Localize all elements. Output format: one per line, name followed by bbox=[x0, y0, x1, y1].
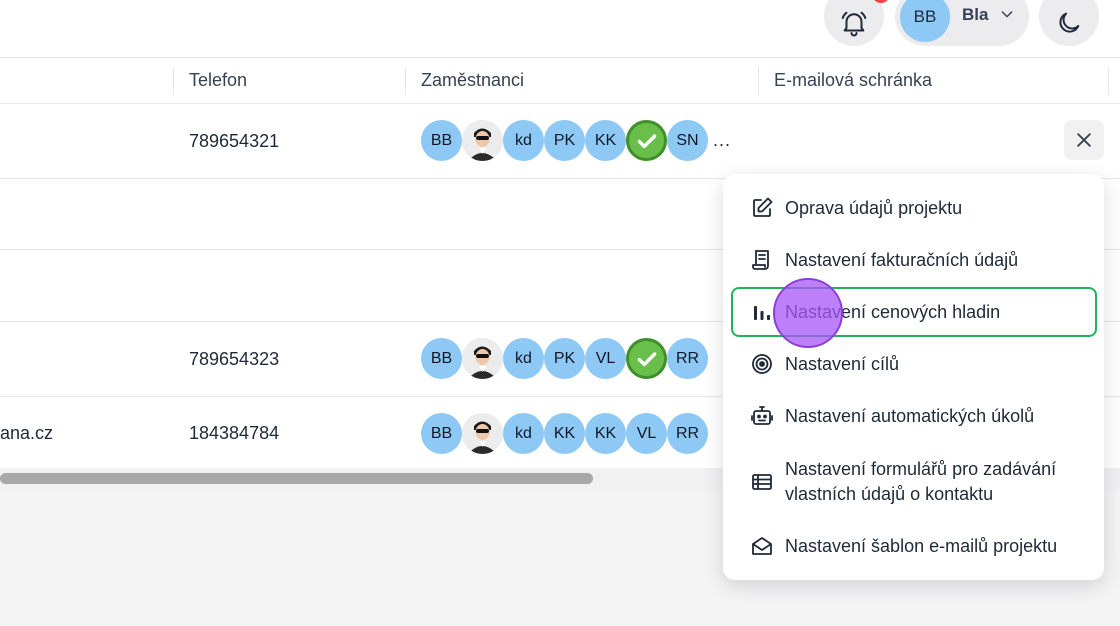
moon-icon bbox=[1059, 12, 1080, 33]
avatar: VL bbox=[626, 413, 667, 454]
column-header-employees[interactable]: Zaměstnanci bbox=[421, 70, 524, 91]
avatar: RR bbox=[667, 413, 708, 454]
receipt-icon bbox=[749, 247, 775, 273]
menu-item-automatic-tasks[interactable]: Nastavení automatických úkolů bbox=[731, 396, 1097, 436]
scrollbar-thumb[interactable] bbox=[0, 473, 593, 484]
menu-item-label: Nastavení formulářů pro zadávání vlastní… bbox=[785, 459, 1057, 504]
more-employees-indicator[interactable]: ... bbox=[713, 130, 731, 151]
employee-avatars: BB kd PK KK SN ... bbox=[421, 120, 731, 161]
close-icon bbox=[1077, 133, 1091, 147]
avatar-photo bbox=[462, 338, 503, 379]
column-separator bbox=[758, 67, 759, 95]
bar-chart-icon bbox=[749, 299, 775, 325]
bell-icon bbox=[841, 11, 867, 37]
menu-item-label: Nastavení šablon e-mailů projektu bbox=[785, 535, 1058, 556]
menu-item-edit-project[interactable]: Oprava údajů projektu bbox=[731, 188, 1097, 228]
avatar: kd bbox=[503, 413, 544, 454]
menu-item-label: Oprava údajů projektu bbox=[785, 197, 963, 218]
avatar: KK bbox=[544, 413, 585, 454]
avatar: VL bbox=[585, 338, 626, 379]
chevron-down-icon bbox=[1001, 11, 1013, 18]
robot-icon bbox=[749, 403, 775, 429]
menu-item-goals[interactable]: Nastavení cílů bbox=[731, 344, 1097, 384]
check-avatar-icon bbox=[626, 120, 667, 161]
phone-cell: 789654321 bbox=[189, 131, 280, 151]
menu-item-label: Nastavení automatických úkolů bbox=[785, 405, 1035, 426]
mail-open-icon bbox=[749, 533, 775, 559]
menu-item-billing-settings[interactable]: Nastavení fakturačních údajů bbox=[731, 240, 1097, 280]
employee-avatars: BB kd KK KK VL RR bbox=[421, 413, 708, 454]
menu-item-label: Nastavení fakturačních údajů bbox=[785, 249, 1019, 270]
avatar-photo bbox=[462, 413, 503, 454]
column-separator bbox=[173, 67, 174, 95]
avatar: KK bbox=[585, 120, 626, 161]
check-avatar-icon bbox=[626, 338, 667, 379]
table-header: Telefon Zaměstnanci E-mailová schránka bbox=[0, 58, 1120, 104]
click-indicator bbox=[773, 278, 843, 348]
avatar-photo bbox=[462, 120, 503, 161]
column-header-mailbox[interactable]: E-mailová schránka bbox=[774, 70, 932, 91]
avatar: BB bbox=[421, 120, 462, 161]
column-separator bbox=[1108, 67, 1109, 95]
email-cell: ana.cz bbox=[0, 423, 54, 443]
theme-toggle-button[interactable] bbox=[1039, 0, 1099, 46]
menu-item-label: Nastavení cílů bbox=[785, 353, 900, 374]
phone-cell: 184384784 bbox=[189, 423, 280, 443]
avatar: KK bbox=[585, 413, 626, 454]
table-list-icon bbox=[749, 469, 775, 495]
avatar: SN bbox=[667, 120, 708, 161]
avatar: kd bbox=[503, 120, 544, 161]
avatar: PK bbox=[544, 338, 585, 379]
avatar: BB bbox=[421, 338, 462, 379]
edit-icon bbox=[749, 195, 775, 221]
avatar: BB bbox=[421, 413, 462, 454]
project-settings-menu: Oprava údajů projektu Nastavení fakturač… bbox=[723, 174, 1104, 580]
menu-item-contact-forms[interactable]: Nastavení formulářů pro zadávání vlastní… bbox=[731, 452, 1097, 512]
column-separator bbox=[405, 67, 406, 95]
employee-avatars: BB kd PK VL RR bbox=[421, 338, 708, 379]
user-name: Bla bbox=[962, 5, 989, 24]
notifications-button[interactable] bbox=[824, 0, 884, 46]
user-menu-button[interactable]: BB Bla bbox=[895, 0, 1029, 46]
avatar: RR bbox=[667, 338, 708, 379]
table-row[interactable]: 789654321 BB kd PK KK SN ... bbox=[0, 104, 1120, 179]
avatar: kd bbox=[503, 338, 544, 379]
target-icon bbox=[749, 351, 775, 377]
top-bar: BB Bla bbox=[0, 0, 1120, 58]
avatar: PK bbox=[544, 120, 585, 161]
menu-item-email-templates[interactable]: Nastavení šablon e-mailů projektu bbox=[731, 526, 1097, 566]
phone-cell: 789654323 bbox=[189, 349, 280, 369]
column-header-phone[interactable]: Telefon bbox=[189, 70, 247, 91]
close-menu-button[interactable] bbox=[1064, 120, 1104, 160]
avatar: BB bbox=[900, 0, 950, 42]
